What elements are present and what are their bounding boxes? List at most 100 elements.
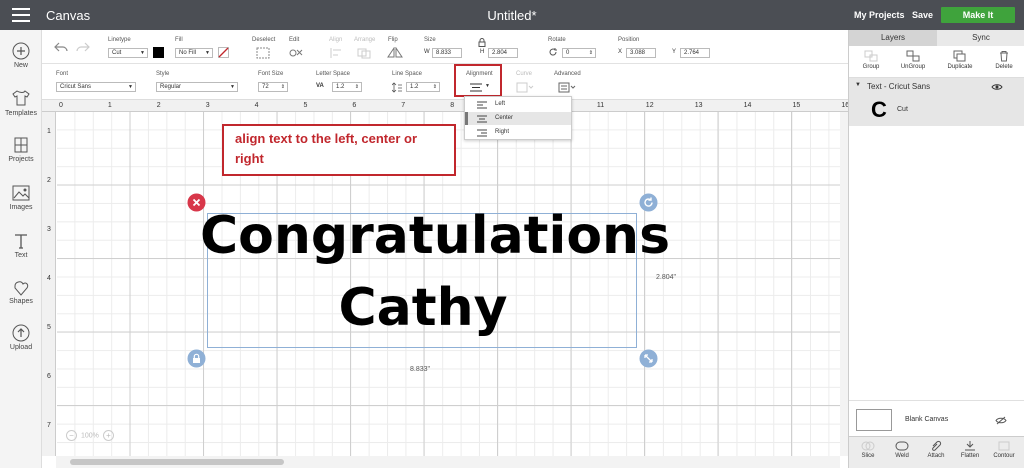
blank-canvas-row[interactable]: Blank Canvas xyxy=(849,400,1024,440)
line-space-input[interactable]: 1.2 ⇕ xyxy=(406,82,440,92)
delete-button[interactable]: Delete xyxy=(982,50,1024,70)
width-value: 8.833 xyxy=(436,50,452,56)
letter-space-value: 1.2 xyxy=(336,84,345,90)
save-button[interactable]: Save xyxy=(912,10,933,20)
flip-icon[interactable] xyxy=(386,47,404,59)
line-space-label: Line Space xyxy=(392,71,423,77)
blank-canvas-swatch[interactable] xyxy=(856,409,892,431)
stepper-icon: ⇕ xyxy=(588,50,593,56)
sidebar-item-images[interactable]: Images xyxy=(0,184,42,211)
delete-label: Delete xyxy=(995,64,1013,70)
plus-circle-icon xyxy=(12,42,30,60)
rotate-input[interactable]: 0 ⇕ xyxy=(562,48,596,58)
pos-y-value: 2.764 xyxy=(684,50,700,56)
undo-icon[interactable] xyxy=(54,42,68,52)
layer-item[interactable]: C Cut xyxy=(849,96,1024,126)
sidebar-item-label: Projects xyxy=(8,156,34,163)
width-input[interactable]: 8.833 xyxy=(432,48,462,58)
sidebar-item-templates[interactable]: Templates xyxy=(0,88,42,117)
curve-label: Curve xyxy=(516,71,533,77)
edit-icon[interactable] xyxy=(288,47,304,59)
scrollbar-thumb[interactable] xyxy=(70,459,284,465)
eye-icon[interactable] xyxy=(991,83,1003,91)
make-it-button[interactable]: Make It xyxy=(941,7,1015,23)
layer-actions: Group UnGroup Duplicate Delete xyxy=(849,46,1024,78)
vertical-scrollbar[interactable] xyxy=(840,112,848,456)
stepper-icon: ⇕ xyxy=(432,84,437,90)
layer-group-name: Text - Cricut Sans xyxy=(867,82,931,91)
canvas-text-line-2[interactable]: Cathy xyxy=(200,278,646,338)
sidebar-item-projects[interactable]: Projects xyxy=(0,136,42,163)
pos-x-value: 3.088 xyxy=(630,50,646,56)
alignment-option-center[interactable]: Center xyxy=(465,112,571,125)
sidebar-item-label: Upload xyxy=(9,344,33,351)
redo-icon[interactable] xyxy=(76,42,90,52)
alignment-option-label: Left xyxy=(495,101,506,107)
zoom-out-button[interactable]: − xyxy=(66,430,77,441)
alignment-menu: Left Center Right xyxy=(464,96,572,140)
linetype-color-swatch[interactable] xyxy=(153,47,164,58)
layer-thumbnail-glyph: C xyxy=(871,97,887,122)
deselect-icon[interactable] xyxy=(256,47,270,59)
font-size-input[interactable]: 72 ⇕ xyxy=(258,82,288,92)
sidebar-item-new[interactable]: New xyxy=(0,42,42,69)
line-space-value: 1.2 xyxy=(410,84,419,90)
align-center-icon xyxy=(477,115,487,123)
sidebar-item-text[interactable]: Text xyxy=(0,232,42,259)
rotate-handle-icon[interactable] xyxy=(639,193,658,212)
slice-label: Slice xyxy=(861,453,875,459)
slice-button: Slice xyxy=(851,440,885,459)
lock-handle-icon[interactable] xyxy=(187,349,206,368)
text-icon xyxy=(15,234,27,249)
linetype-select[interactable]: Cut ▼ xyxy=(108,48,148,58)
letter-space-input[interactable]: 1.2 ⇕ xyxy=(332,82,362,92)
top-bar: Canvas Untitled* My Projects Save Make I… xyxy=(0,0,1024,30)
tab-sync[interactable]: Sync xyxy=(937,30,1024,46)
my-projects-link[interactable]: My Projects xyxy=(854,10,905,20)
fill-select[interactable]: No Fill ▼ xyxy=(175,48,213,58)
advanced-icon[interactable] xyxy=(558,82,576,93)
ungroup-icon xyxy=(906,50,920,62)
trash-icon xyxy=(1000,51,1008,62)
tab-layers[interactable]: Layers xyxy=(849,30,937,46)
position-x-input[interactable]: 3.088 xyxy=(626,48,656,58)
left-sidebar: New Templates Projects Images Text Shape… xyxy=(0,30,42,468)
lock-icon[interactable] xyxy=(478,38,486,47)
sidebar-item-upload[interactable]: Upload xyxy=(0,324,42,351)
font-select[interactable]: Cricut Sans ▼ xyxy=(56,82,136,92)
style-label: Style xyxy=(156,71,170,77)
caret-down-icon[interactable]: ▼ xyxy=(855,82,861,88)
sidebar-item-label: Templates xyxy=(5,110,37,117)
no-fill-swatch-icon[interactable] xyxy=(218,47,229,58)
canvas-text-line-1[interactable]: Congratulations xyxy=(200,206,670,266)
alignment-option-label: Center xyxy=(495,115,514,121)
ruler-top-number: 11 xyxy=(596,102,605,109)
eye-hidden-icon[interactable] xyxy=(995,416,1007,425)
layer-group-header[interactable]: ▼ Text - Cricut Sans xyxy=(849,78,1024,96)
ruler-top-number: 2 xyxy=(156,102,161,109)
position-y-input[interactable]: 2.764 xyxy=(680,48,710,58)
delete-handle-icon[interactable] xyxy=(187,193,206,212)
attach-button[interactable]: Attach xyxy=(919,440,953,459)
style-select[interactable]: Regular ▼ xyxy=(156,82,238,92)
horizontal-scrollbar[interactable] xyxy=(56,456,840,468)
flatten-button[interactable]: Flatten xyxy=(953,440,987,459)
sidebar-item-label: New xyxy=(13,62,28,69)
ungroup-button[interactable]: UnGroup xyxy=(891,50,935,70)
zoom-in-button[interactable]: + xyxy=(102,430,114,441)
height-input[interactable]: 2.804 xyxy=(488,48,518,58)
duplicate-button[interactable]: Duplicate xyxy=(938,50,982,70)
rotate-icon xyxy=(549,48,557,56)
ruler-top-number: 4 xyxy=(254,102,259,109)
resize-handle-icon[interactable] xyxy=(639,349,658,368)
sidebar-item-label: Shapes xyxy=(9,298,33,305)
alignment-option-left[interactable]: Left xyxy=(465,98,571,111)
group-button: Group xyxy=(849,50,893,70)
font-size-label: Font Size xyxy=(258,71,284,77)
pos-x-label: X xyxy=(618,49,623,55)
weld-button[interactable]: Weld xyxy=(885,440,919,459)
alignment-option-right[interactable]: Right xyxy=(465,126,571,139)
sidebar-item-shapes[interactable]: Shapes xyxy=(0,278,42,305)
ruler-top-number: 15 xyxy=(792,102,801,109)
weld-icon xyxy=(895,441,909,451)
